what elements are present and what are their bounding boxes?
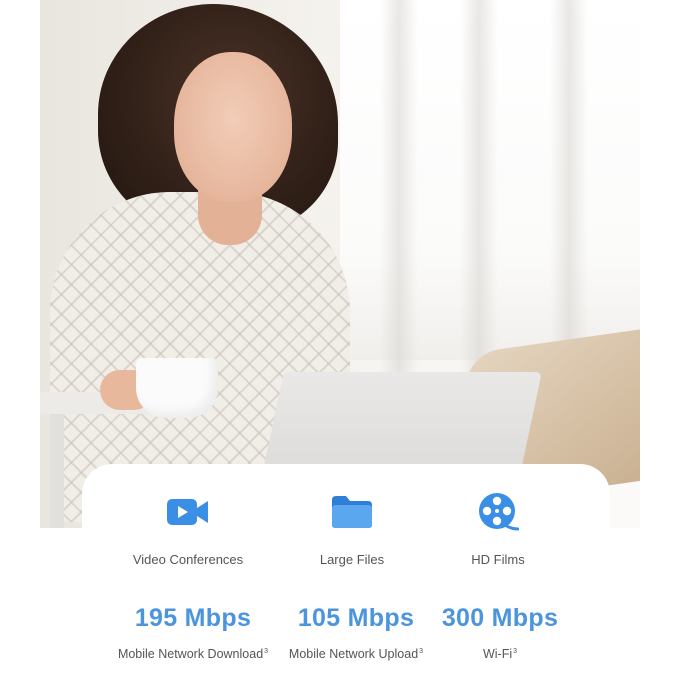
side-table-leg bbox=[50, 414, 64, 528]
film-reel-icon bbox=[476, 490, 520, 534]
feature-label: HD Films bbox=[471, 552, 525, 567]
feature-label: Large Files bbox=[319, 552, 385, 567]
curtain-fold bbox=[460, 0, 498, 380]
stat-wifi: 300 Mbps Wi-Fi3 bbox=[405, 604, 595, 661]
stat-caption: Mobile Network Download3 bbox=[117, 647, 269, 661]
feature-label: Video Conferences bbox=[132, 552, 244, 567]
feature-hd-films: HD Films bbox=[418, 490, 578, 567]
feature-video-conferences: Video Conferences bbox=[108, 490, 268, 567]
footnote-marker: 3 bbox=[513, 648, 518, 655]
feature-large-files: Large Files bbox=[272, 490, 432, 567]
hero-photo bbox=[40, 0, 640, 528]
woman-face bbox=[174, 52, 292, 202]
coffee-cup bbox=[136, 358, 218, 418]
stat-download: 195 Mbps Mobile Network Download3 bbox=[98, 604, 288, 661]
stat-value: 195 Mbps bbox=[134, 604, 252, 632]
curtain-fold bbox=[380, 0, 418, 380]
video-camera-icon bbox=[166, 490, 210, 534]
stat-caption: Wi-Fi3 bbox=[482, 647, 518, 661]
curtain-fold bbox=[550, 0, 588, 380]
folder-icon bbox=[330, 490, 374, 534]
stat-value: 300 Mbps bbox=[441, 604, 559, 632]
